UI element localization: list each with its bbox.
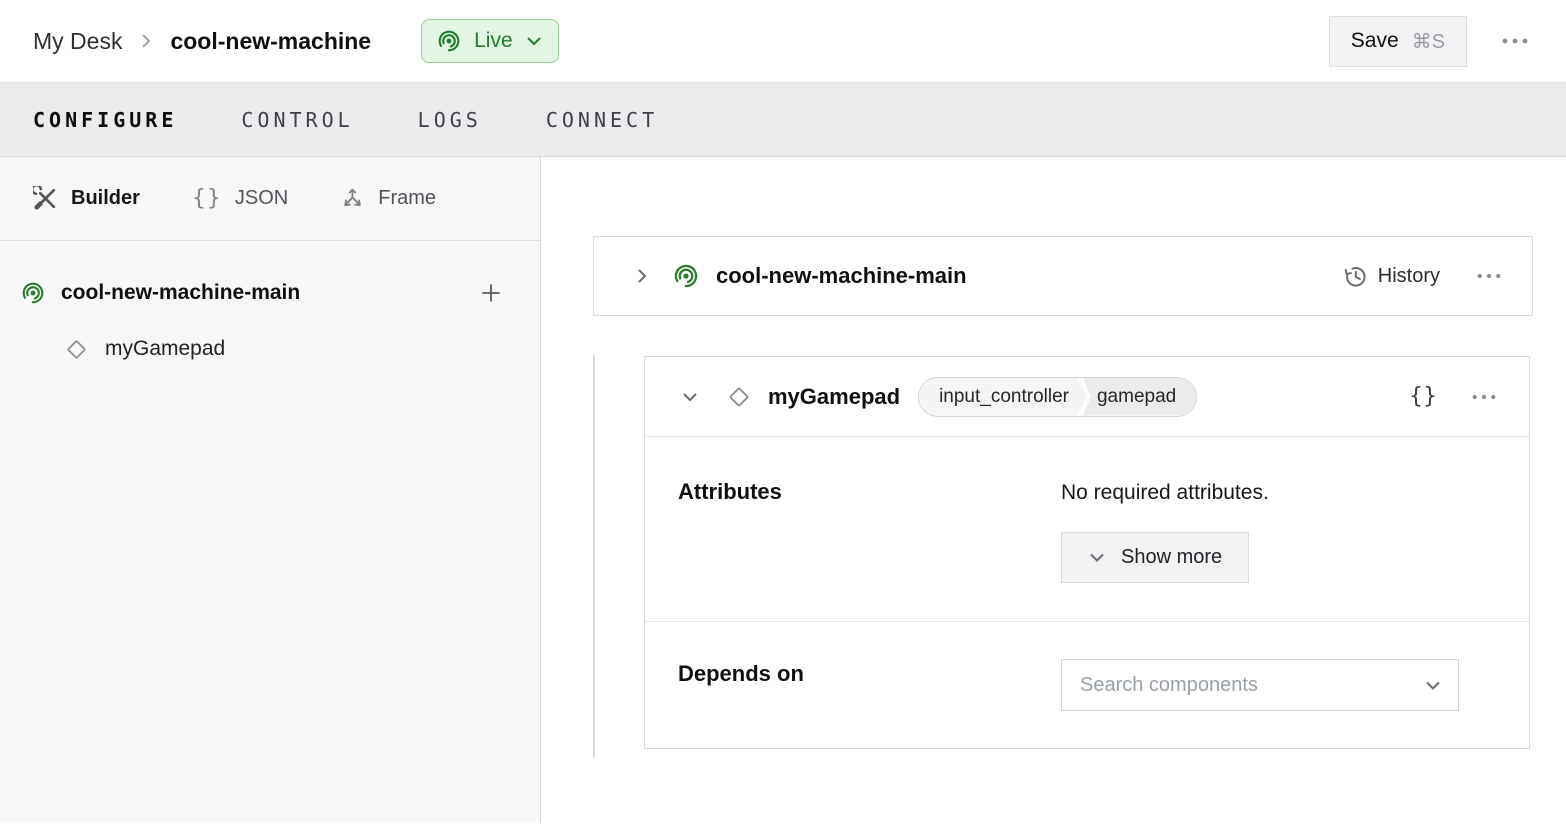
tab-bar: CONFIGURE CONTROL LOGS CONNECT (0, 83, 1566, 157)
tree-machine-part-label: cool-new-machine-main (61, 281, 300, 305)
chevron-down-icon (1424, 679, 1442, 692)
attributes-label: Attributes (678, 477, 1061, 583)
save-button-label: Save (1351, 29, 1399, 53)
depends-on-combobox[interactable] (1061, 659, 1459, 711)
tab-connect[interactable]: CONNECT (546, 108, 658, 132)
tab-control[interactable]: CONTROL (241, 108, 353, 132)
machine-part-menu-button[interactable] (1472, 268, 1506, 284)
mode-frame-label: Frame (378, 187, 436, 210)
ellipsis-icon (1501, 37, 1529, 45)
live-status-dropdown[interactable]: Live (421, 19, 559, 63)
depends-on-section: Depends on (645, 621, 1529, 748)
frame-axes-icon (340, 186, 365, 211)
save-shortcut-hint: ⌘S (1412, 29, 1445, 54)
chevron-down-icon (1088, 551, 1106, 564)
breadcrumb-separator-icon (139, 31, 153, 51)
topbar: My Desk cool-new-machine Live Save ⌘S (0, 0, 1566, 83)
chevron-down-icon (679, 389, 701, 405)
component-card: myGamepad input_controller gamepad {} At… (644, 356, 1530, 749)
machine-part-card-title: cool-new-machine-main (716, 263, 967, 289)
live-status-label: Live (474, 29, 513, 53)
topbar-overflow-menu-button[interactable] (1497, 33, 1533, 49)
tree-item-component[interactable]: myGamepad (0, 321, 540, 377)
config-sidebar: Builder {} JSON Frame (0, 157, 541, 822)
mode-builder-label: Builder (71, 187, 140, 210)
machine-part-card: cool-new-machine-main History (593, 236, 1533, 316)
content-area: Builder {} JSON Frame (0, 157, 1566, 822)
component-type-badge: input_controller gamepad (918, 377, 1197, 417)
ellipsis-icon (1476, 272, 1502, 280)
tab-configure[interactable]: CONFIGURE (33, 108, 177, 132)
tab-logs[interactable]: LOGS (418, 108, 482, 132)
history-button[interactable]: History (1343, 264, 1440, 289)
breadcrumb: My Desk cool-new-machine (33, 28, 371, 55)
attributes-section: Attributes No required attributes. Show … (645, 437, 1529, 621)
braces-icon: {} (192, 186, 222, 211)
depends-on-label: Depends on (678, 659, 1061, 711)
diamond-icon (725, 383, 753, 411)
view-mode-switcher: Builder {} JSON Frame (0, 157, 540, 241)
attributes-empty-text: No required attributes. (1061, 477, 1269, 505)
nesting-guide-line (593, 355, 595, 758)
chevron-right-icon (634, 265, 650, 287)
page-title: cool-new-machine (170, 28, 371, 55)
broadcast-icon (437, 29, 461, 53)
save-button[interactable]: Save ⌘S (1329, 16, 1467, 67)
collapse-component-button[interactable] (675, 385, 705, 409)
chevron-down-icon (526, 35, 542, 47)
broadcast-icon (21, 281, 45, 305)
mode-builder[interactable]: Builder (33, 186, 140, 211)
history-button-label: History (1378, 265, 1440, 288)
broadcast-icon (673, 263, 699, 289)
badge-component-model: gamepad (1080, 378, 1196, 416)
plus-icon (480, 282, 502, 304)
machine-part-tree: cool-new-machine-main myGamepad (0, 241, 540, 377)
tree-component-label: myGamepad (105, 337, 225, 361)
component-json-button[interactable]: {} (1409, 384, 1437, 409)
expand-machine-part-button[interactable] (630, 261, 654, 291)
show-more-button[interactable]: Show more (1061, 532, 1249, 583)
mode-json[interactable]: {} JSON (192, 186, 288, 211)
badge-component-type: input_controller (919, 378, 1087, 416)
tree-item-machine-part[interactable]: cool-new-machine-main (0, 265, 540, 321)
component-card-header: myGamepad input_controller gamepad {} (645, 357, 1529, 437)
tools-icon (33, 186, 58, 211)
search-components-input[interactable] (1080, 674, 1424, 697)
mode-frame[interactable]: Frame (340, 186, 436, 211)
history-clock-icon (1343, 264, 1368, 289)
mode-json-label: JSON (235, 187, 288, 210)
breadcrumb-parent-link[interactable]: My Desk (33, 28, 122, 55)
diamond-icon (63, 336, 90, 363)
component-menu-button[interactable] (1467, 389, 1501, 405)
ellipsis-icon (1471, 393, 1497, 401)
config-main-panel: cool-new-machine-main History (541, 157, 1566, 822)
attributes-content: No required attributes. Show more (1061, 477, 1269, 583)
component-card-title: myGamepad (768, 384, 900, 410)
show-more-label: Show more (1121, 546, 1222, 569)
add-component-button[interactable] (476, 278, 506, 308)
